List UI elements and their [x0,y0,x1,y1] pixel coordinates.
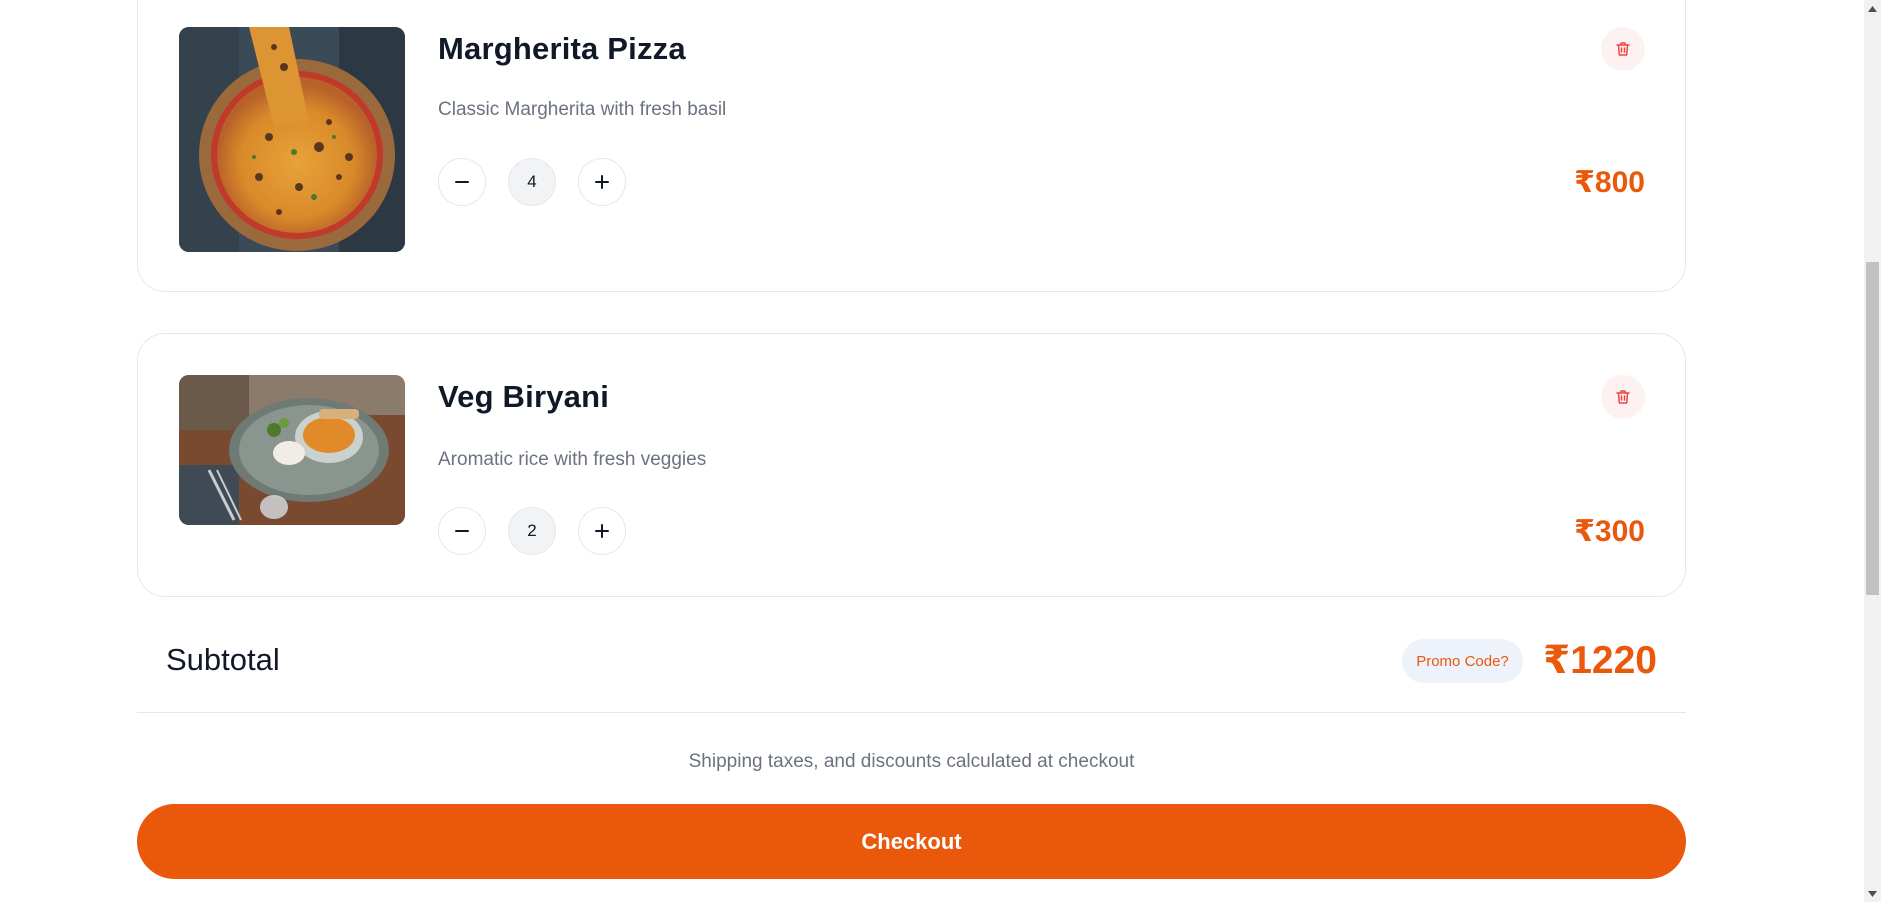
scrollbar-thumb[interactable] [1866,262,1879,595]
decrease-quantity-button[interactable] [438,507,486,555]
checkout-button[interactable]: Checkout [137,804,1686,879]
decrease-quantity-button[interactable] [438,158,486,206]
plus-icon [595,524,609,538]
increase-quantity-button[interactable] [578,158,626,206]
item-image [179,375,405,525]
remove-item-button[interactable] [1601,375,1645,419]
quantity-value: 2 [508,507,556,555]
cart-item-card: Margherita Pizza Classic Margherita with… [137,0,1686,292]
scroll-up-arrow-icon[interactable] [1864,0,1881,17]
promo-code-button[interactable]: Promo Code? [1402,639,1523,683]
trash-icon [1616,42,1630,56]
quantity-stepper: 4 [438,157,626,207]
vertical-scrollbar[interactable] [1864,0,1881,902]
item-name: Veg Biryani [438,379,610,414]
item-name: Margherita Pizza [438,31,686,66]
scroll-down-arrow-icon[interactable] [1864,885,1881,902]
increase-quantity-button[interactable] [578,507,626,555]
plus-icon [595,175,609,189]
divider [137,712,1686,713]
checkout-note: Shipping taxes, and discounts calculated… [688,751,1135,772]
item-description: Aromatic rice with fresh veggies [438,449,707,470]
minus-icon [455,181,469,183]
item-description: Classic Margherita with fresh basil [438,99,727,120]
cart-item-card: Veg Biryani Aromatic rice with fresh veg… [137,333,1686,597]
subtotal-label: Subtotal [166,642,280,677]
item-image [179,27,405,252]
subtotal-value: ₹1220 [1543,639,1657,682]
trash-icon [1616,390,1630,404]
remove-item-button[interactable] [1601,27,1645,71]
minus-icon [455,530,469,532]
quantity-value: 4 [508,158,556,206]
item-price: ₹300 [1574,515,1645,548]
biryani-photo-icon [179,375,405,525]
cart-content: Margherita Pizza Classic Margherita with… [137,0,1688,902]
pizza-photo-icon [179,27,405,252]
quantity-stepper: 2 [438,506,626,556]
item-price: ₹800 [1574,166,1645,199]
